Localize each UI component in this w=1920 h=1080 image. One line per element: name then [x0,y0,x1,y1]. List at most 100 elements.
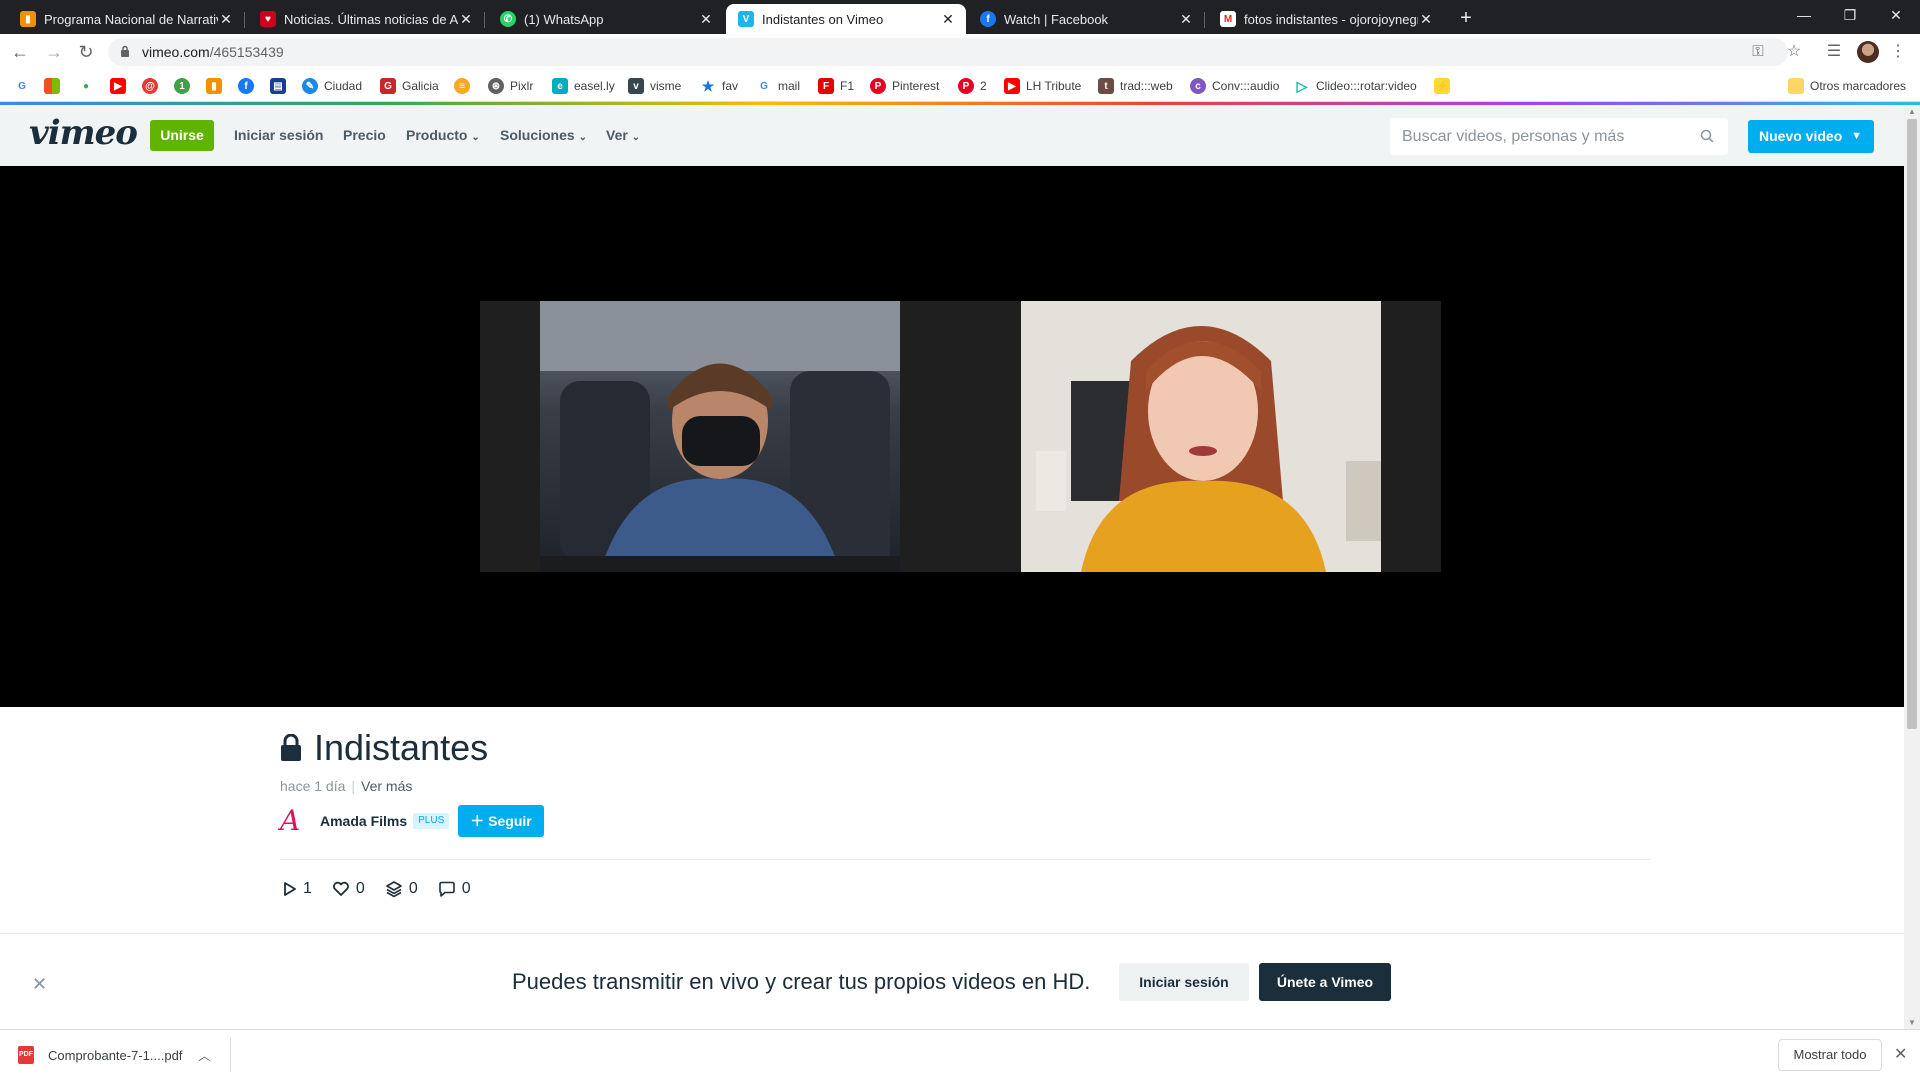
trad-icon: t [1098,78,1114,94]
red-swirl-icon: @ [142,78,158,94]
video-player[interactable] [0,166,1904,707]
nav-solutions[interactable]: Soluciones ⌄ [500,127,587,143]
pdf-file-icon: PDF [18,1046,34,1064]
bookmark-orange-bars[interactable]: ▮ [206,77,222,95]
show-all-button[interactable]: Mostrar todo [1778,1039,1882,1071]
see-more-link[interactable]: Ver más [361,778,412,794]
bookmark-star-icon[interactable]: ☆ [1782,40,1806,64]
bookmark-galicia[interactable]: G Galicia [380,77,439,95]
bookmark-youtube[interactable]: ▶ [110,77,126,95]
tab-programa-nacional[interactable]: ▮ Programa Nacional de Narrativas ✕ [8,4,245,34]
close-icon[interactable]: ✕ [1178,11,1194,28]
media-control-icon[interactable]: ☰ [1822,40,1846,64]
easelly-icon: e [552,78,568,94]
bookmark-label: 2 [980,79,987,93]
tab-vimeo-active[interactable]: V Indistantes on Vimeo ✕ [726,4,966,34]
bookmark-red-swirl[interactable]: @ [142,77,158,95]
new-video-button[interactable]: Nuevo video ▼ [1748,120,1874,153]
bookmark-label: Galicia [402,79,439,93]
pixlr-icon: ⊛ [488,78,504,94]
search-box[interactable]: Buscar videos, personas y más [1390,118,1728,155]
nav-pricing[interactable]: Precio [343,127,386,143]
microsoft-icon [44,78,60,94]
download-item[interactable]: PDF Comprobante-7-1....pdf ︿ [18,1040,210,1070]
bookmark-clideo[interactable]: ▷ Clideo:::rotar:video [1294,77,1417,95]
back-button[interactable]: ← [8,40,32,64]
close-icon[interactable]: ✕ [458,11,474,28]
bookmark-other-folder[interactable]: Otros marcadores [1788,77,1906,95]
likes-stat[interactable]: 0 [332,880,365,898]
collections-stat[interactable]: 0 [385,880,418,898]
bookmark-f1[interactable]: F F1 [818,77,854,95]
bookmark-green-one[interactable]: 1 [174,77,190,95]
bookmark-trad-web[interactable]: t trad:::web [1098,77,1173,95]
bookmark-fav[interactable]: ★ fav [700,77,738,95]
comments-stat[interactable]: 0 [438,880,471,898]
bookmark-burger[interactable]: ≡ [454,77,470,95]
close-icon[interactable]: ✕ [698,11,714,28]
menu-dots-icon[interactable]: ⋮ [1886,40,1910,64]
profile-avatar[interactable] [1857,41,1879,63]
bookmark-microsoft[interactable] [44,77,60,95]
bookmark-pinterest[interactable]: P Pinterest [870,77,939,95]
star-icon: ★ [701,77,715,94]
bookmark-pinterest-2[interactable]: P2 [958,77,987,95]
address-bar[interactable]: vimeo.com/465153439 ⚿ [108,38,1788,66]
clideo-icon: ▷ [1296,77,1308,94]
bookmark-yellow-bolt[interactable]: ⚡ [1434,77,1450,95]
chevron-down-icon: ⌄ [578,132,587,143]
tab-whatsapp[interactable]: ✆ (1) WhatsApp ✕ [488,4,724,34]
bookmark-mail[interactable]: Gmail [756,77,800,95]
restore-button[interactable]: ❐ [1828,0,1872,30]
close-icon[interactable]: ✕ [32,974,47,995]
bookmark-visme[interactable]: v visme [628,77,681,95]
close-icon[interactable]: ✕ [1894,1044,1907,1064]
join-button[interactable]: Unirse [150,120,214,151]
page-scrollbar[interactable]: ▲ ▼ [1904,105,1920,1029]
bookmark-pixlr[interactable]: ⊛ Pixlr [488,77,533,95]
close-icon[interactable]: ✕ [1418,11,1434,28]
promo-login-button[interactable]: Iniciar sesión [1119,963,1249,1001]
new-tab-button[interactable]: + [1454,6,1478,30]
bookmark-facebook[interactable]: f [238,77,254,95]
chevron-up-icon[interactable]: ︿ [198,1047,210,1064]
promo-join-button[interactable]: Únete a Vimeo [1259,963,1391,1001]
tab-gmail[interactable]: M fotos indistantes - ojorojoynegro ✕ [1208,4,1444,34]
scrollbar-thumb[interactable] [1907,119,1917,729]
whatsapp-icon: ✆ [500,11,516,27]
tab-noticias[interactable]: ♥ Noticias. Últimas noticias de Arg ✕ [248,4,485,34]
bookmark-conv-audio[interactable]: c Conv:::audio [1190,77,1279,95]
reload-button[interactable]: ↻ [74,40,98,64]
follow-button[interactable]: ＋ Seguir [458,805,544,837]
close-icon[interactable]: ✕ [940,11,956,28]
forward-button[interactable]: → [42,40,66,64]
bookmark-google[interactable]: G [14,77,30,95]
bookmark-news[interactable]: ▤ [270,77,286,95]
bookmark-lh-tribute[interactable]: ▶ LH Tribute [1004,77,1081,95]
owner-avatar[interactable]: A [280,806,310,836]
vimeo-logo[interactable]: vimeo [29,113,138,153]
minimize-button[interactable]: — [1782,0,1826,30]
nav-login[interactable]: Iniciar sesión [234,127,323,143]
facebook-icon: f [980,11,996,27]
video-title-row: Indistantes [280,724,488,772]
tab-separator [1204,12,1205,28]
nav-product[interactable]: Producto ⌄ [406,127,480,143]
close-icon[interactable]: ✕ [218,11,234,28]
tab-title: (1) WhatsApp [524,11,604,27]
tab-facebook[interactable]: f Watch | Facebook ✕ [968,4,1205,34]
bookmark-easelly[interactable]: e easel.ly [552,77,615,95]
youtube-icon: ▶ [1004,78,1020,94]
owner-name[interactable]: Amada Films [320,813,407,829]
video-stats: 1 0 0 0 [283,878,491,900]
key-icon[interactable]: ⚿ [1748,42,1768,62]
scroll-up-icon[interactable]: ▲ [1904,107,1920,116]
bookmark-label: Conv:::audio [1212,79,1280,93]
nav-watch[interactable]: Ver ⌄ [606,127,640,143]
bookmark-ciudad[interactable]: ✎ Ciudad [302,77,362,95]
search-icon[interactable] [1700,129,1714,143]
scroll-down-icon[interactable]: ▼ [1904,1018,1920,1027]
bookmark-maps[interactable]: ● [78,77,94,95]
close-window-button[interactable]: ✕ [1874,0,1918,30]
play-icon [284,882,296,896]
